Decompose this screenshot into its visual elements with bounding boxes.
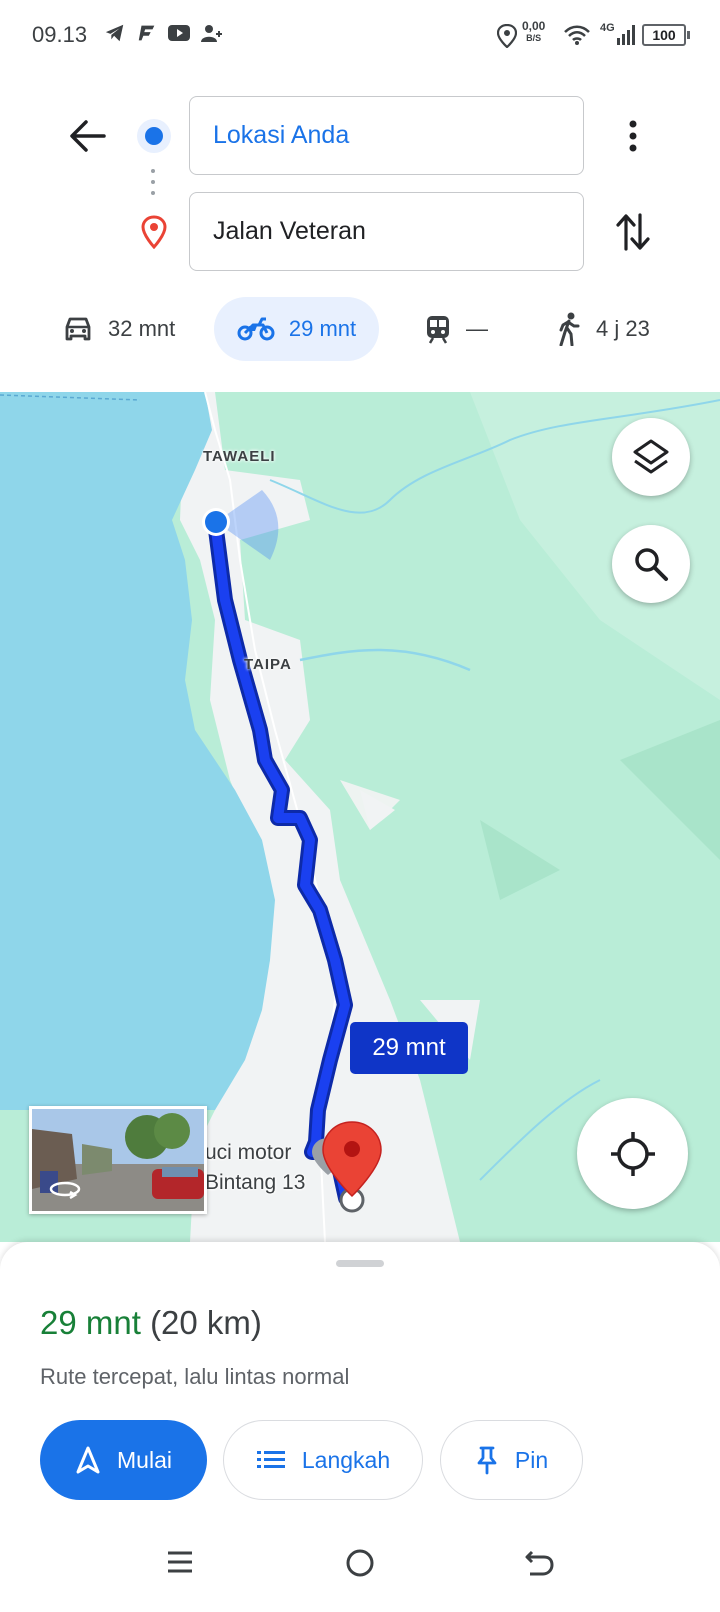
origin-dot-icon <box>137 119 171 153</box>
drag-handle[interactable] <box>336 1260 384 1267</box>
route-duration-badge[interactable]: 29 mnt <box>350 1022 468 1074</box>
map-search-button[interactable] <box>612 525 690 603</box>
wifi-icon <box>564 25 590 45</box>
location-icon <box>497 24 517 48</box>
layers-icon <box>633 439 669 474</box>
more-options-icon[interactable] <box>623 118 643 154</box>
telegram-icon <box>105 24 124 42</box>
home-icon[interactable] <box>345 1548 375 1578</box>
route-distance: (20 km) <box>150 1304 262 1341</box>
street-view-thumbnail[interactable] <box>29 1106 207 1214</box>
start-navigation-button[interactable]: Mulai <box>40 1420 207 1500</box>
origin-input[interactable]: Lokasi Anda <box>189 96 584 175</box>
destination-input[interactable]: Jalan Veteran <box>189 192 584 271</box>
motorcycle-icon <box>237 317 275 341</box>
list-icon <box>256 1451 285 1468</box>
tab-motorcycle-label: 29 mnt <box>288 316 357 341</box>
route-duration: 29 mnt <box>40 1304 141 1341</box>
tab-car[interactable]: 32 mnt <box>62 297 192 361</box>
tab-walk[interactable]: 4 j 23 <box>556 297 676 361</box>
route-summary: 29 mnt (20 km) <box>40 1304 262 1342</box>
back-button[interactable] <box>68 118 108 154</box>
network-speed: 0,00 B/S <box>522 20 545 44</box>
network-type: 4G <box>600 22 615 34</box>
start-button-label: Mulai <box>117 1446 172 1473</box>
layers-button[interactable] <box>612 418 690 496</box>
map-label-tawaeli: TAWAELI <box>203 448 276 465</box>
place-label-line-1: uci motor <box>205 1141 292 1164</box>
signal-icon <box>617 25 635 45</box>
back-nav-icon[interactable] <box>524 1548 556 1578</box>
rotate-360-icon <box>49 1181 81 1199</box>
tab-motorcycle[interactable]: 29 mnt <box>214 297 379 361</box>
youtube-icon <box>168 25 190 41</box>
swap-directions-icon[interactable] <box>614 211 652 253</box>
route-connector-dots <box>151 169 155 195</box>
car-icon <box>65 317 91 341</box>
my-location-button[interactable] <box>577 1098 688 1209</box>
destination-pin-icon <box>141 215 167 249</box>
app-f-icon <box>138 25 155 41</box>
add-contact-icon <box>201 25 222 42</box>
route-description: Rute tercepat, lalu lintas normal <box>40 1364 350 1389</box>
map-label-taipa: TAIPA <box>244 656 292 673</box>
crosshair-icon <box>610 1131 655 1176</box>
battery-icon: 100 <box>642 24 690 46</box>
network-speed-unit: B/S <box>526 33 542 43</box>
pin-button[interactable]: Pin <box>440 1420 583 1500</box>
steps-button-label: Langkah <box>301 1446 391 1473</box>
place-label-line-2: Bintang 13 <box>205 1171 306 1194</box>
pin-icon <box>477 1446 497 1475</box>
status-time: 09.13 <box>32 22 88 47</box>
status-bar: 09.13 0,00 B/S 4G 100 <box>0 0 720 76</box>
pin-button-label: Pin <box>514 1446 549 1473</box>
walk-icon <box>559 312 580 346</box>
steps-button[interactable]: Langkah <box>223 1420 423 1500</box>
search-icon <box>635 548 668 581</box>
tab-walk-label: 4 j 23 <box>596 316 650 341</box>
place-label[interactable]: uci motor Bintang 13 <box>205 1138 305 1198</box>
tab-transit-label: — <box>466 316 488 341</box>
train-icon <box>427 316 449 344</box>
network-speed-value: 0,00 <box>522 19 546 33</box>
recent-apps-icon[interactable] <box>166 1548 194 1576</box>
navigation-arrow-icon <box>76 1446 100 1474</box>
tab-car-label: 32 mnt <box>108 316 176 341</box>
tab-transit[interactable]: — <box>424 297 504 361</box>
